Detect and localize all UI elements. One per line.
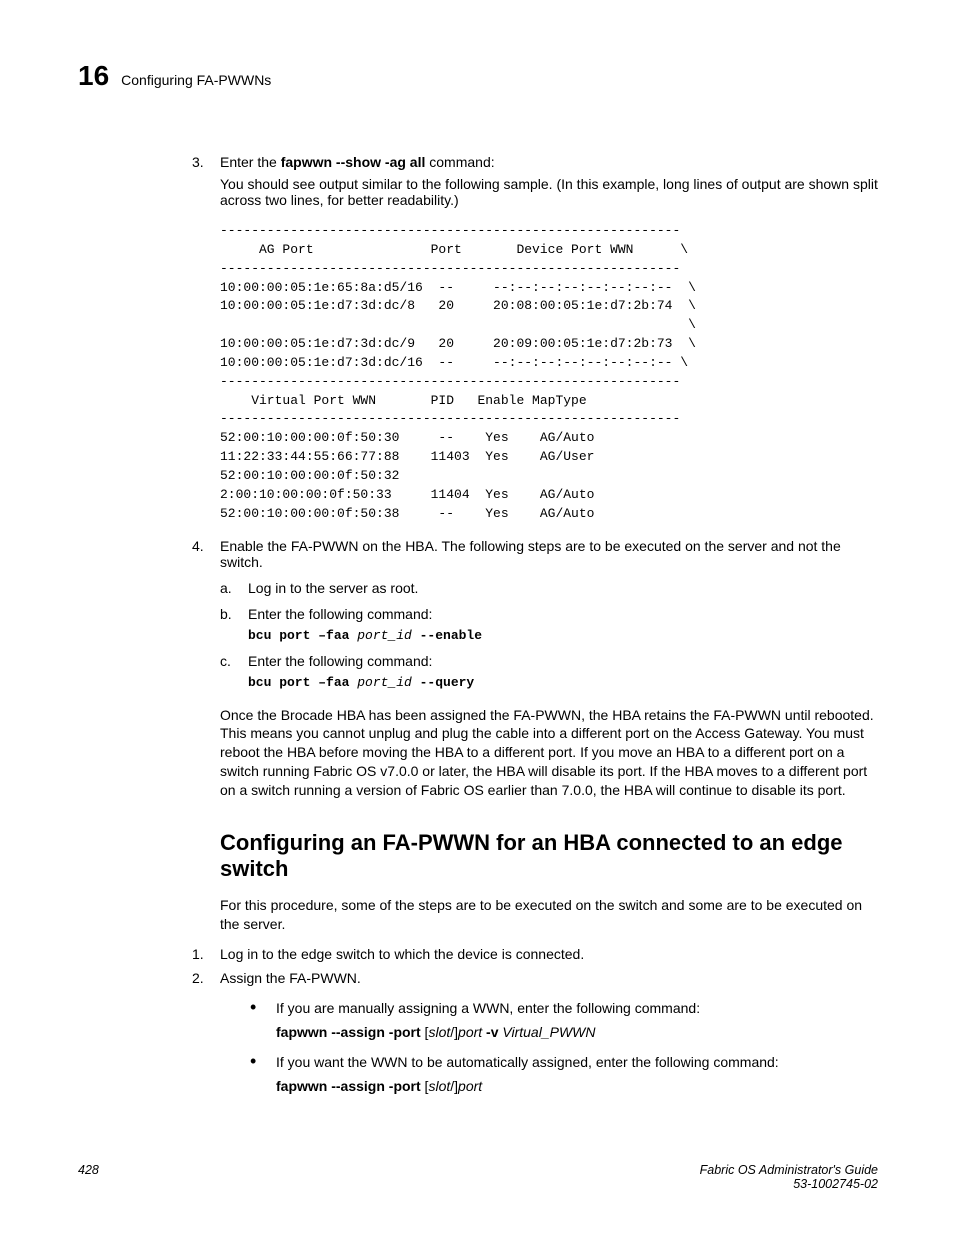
cmd-it: Virtual_PWWN: [502, 1024, 595, 1040]
step-4: 4. Enable the FA-PWWN on the HBA. The fo…: [220, 538, 878, 690]
substep-b-command: bcu port –faa port_id --enable: [248, 628, 878, 643]
doc-title: Fabric OS Administrator's Guide: [700, 1163, 878, 1177]
section2-step-1: 1. Log in to the edge switch to which th…: [220, 946, 878, 962]
section2-step-2: 2. Assign the FA-PWWN. • If you are manu…: [220, 970, 878, 1094]
cmd-mid: -v: [482, 1024, 502, 1040]
step-number: 3.: [192, 154, 204, 170]
step-number: 1.: [192, 946, 204, 962]
cmd-it: port: [458, 1024, 482, 1040]
substep-a-text: Log in to the server as root.: [248, 580, 418, 596]
bullet-2: • If you want the WWN to be automaticall…: [276, 1054, 878, 1070]
step-2-text: Assign the FA-PWWN.: [220, 970, 361, 986]
section-heading: Configuring an FA-PWWN for an HBA connec…: [220, 830, 878, 882]
paragraph-after-steps: Once the Brocade HBA has been assigned t…: [220, 706, 878, 800]
step-3-note: You should see output similar to the fol…: [220, 176, 878, 208]
bullet-icon: •: [250, 1054, 256, 1068]
page-footer: 428 Fabric OS Administrator's Guide 53-1…: [78, 1163, 878, 1191]
bullet-icon: •: [250, 1000, 256, 1014]
substep-b: b. Enter the following command:: [248, 606, 878, 622]
cmd-it: port: [458, 1078, 482, 1094]
step-number: 2.: [192, 970, 204, 986]
cmd-mid: /]: [450, 1024, 458, 1040]
page-header: 16 Configuring FA-PWWNs: [78, 60, 878, 92]
cmd-arg: port_id: [357, 675, 412, 690]
step-1-text: Log in to the edge switch to which the d…: [220, 946, 584, 962]
step-3-text-suffix: command:: [425, 154, 494, 170]
chapter-title: Configuring FA-PWWNs: [121, 72, 271, 88]
cmd-it: slot: [428, 1078, 450, 1094]
cmd-pre: bcu port –faa: [248, 628, 357, 643]
section-intro: For this procedure, some of the steps ar…: [220, 896, 878, 934]
cmd-arg: port_id: [357, 628, 412, 643]
step-4-text: Enable the FA-PWWN on the HBA. The follo…: [220, 538, 841, 570]
bullet-2-command: fapwwn --assign -port [slot/]port: [276, 1078, 878, 1094]
substep-c: c. Enter the following command:: [248, 653, 878, 669]
step-3-output: ----------------------------------------…: [220, 222, 878, 524]
doc-number: 53-1002745-02: [793, 1177, 878, 1191]
page: 16 Configuring FA-PWWNs 3. Enter the fap…: [0, 0, 954, 1235]
substep-c-text: Enter the following command:: [248, 653, 432, 669]
substep-b-text: Enter the following command:: [248, 606, 432, 622]
cmd-bold: fapwwn --assign -port: [276, 1024, 421, 1040]
bullet-1: • If you are manually assigning a WWN, e…: [276, 1000, 878, 1016]
substep-a: a. Log in to the server as root.: [248, 580, 878, 596]
page-number: 428: [78, 1163, 99, 1191]
step-number: 4.: [192, 538, 204, 554]
cmd-bold: fapwwn --assign -port: [276, 1078, 421, 1094]
cmd-post: --enable: [412, 628, 482, 643]
footer-right: Fabric OS Administrator's Guide 53-10027…: [700, 1163, 878, 1191]
cmd-post: --query: [412, 675, 474, 690]
substep-c-command: bcu port –faa port_id --query: [248, 675, 878, 690]
cmd-it: slot: [428, 1024, 450, 1040]
substep-mark: a.: [220, 580, 232, 596]
cmd-pre: bcu port –faa: [248, 675, 357, 690]
substep-mark: b.: [220, 606, 232, 622]
step-3-text-prefix: Enter the: [220, 154, 281, 170]
bullet-1-text: If you are manually assigning a WWN, ent…: [276, 1000, 700, 1016]
step-3: 3. Enter the fapwwn --show -ag all comma…: [220, 154, 878, 524]
substep-mark: c.: [220, 653, 231, 669]
step-3-command: fapwwn --show -ag all: [281, 154, 426, 170]
bullet-2-text: If you want the WWN to be automatically …: [276, 1054, 779, 1070]
chapter-number: 16: [78, 60, 109, 92]
cmd-mid: /]: [450, 1078, 458, 1094]
bullet-1-command: fapwwn --assign -port [slot/]port -v Vir…: [276, 1024, 878, 1040]
